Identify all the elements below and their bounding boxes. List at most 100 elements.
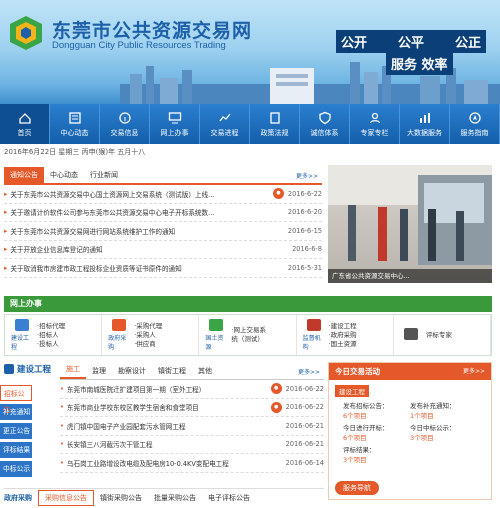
- news-icon: [68, 111, 82, 125]
- online-section-icon-label: 监督机构: [302, 335, 321, 351]
- construction-item[interactable]: • 东莞市商业学校东校区教学生宿舍和食堂项目 ● 2016-06-22: [60, 399, 324, 417]
- side-nav-item[interactable]: 招标公告: [0, 385, 32, 414]
- construction-tab[interactable]: 监理: [86, 363, 112, 379]
- construction-item[interactable]: • 乌石岗工业路增设改电缆及配电房10-0.4KV变配电工程 2016-06-14: [60, 454, 324, 473]
- nav-item-5[interactable]: 政策法规: [250, 104, 300, 144]
- online-services-title: 网上办事: [4, 296, 492, 312]
- construction-tab[interactable]: 其他: [192, 363, 218, 379]
- online-link[interactable]: ·招标代理: [37, 322, 65, 331]
- construction-item[interactable]: • 长安镇三八河截污次干管工程 2016-06-21: [60, 436, 324, 454]
- notice-item-date: 2016-6-22: [287, 189, 322, 198]
- notice-item-title[interactable]: 关于邀请计价软件公司参与东莞市公共资源交易中心电子开标系统数...: [10, 207, 284, 217]
- online-link[interactable]: ·建设工程: [329, 322, 357, 331]
- construction-item-title[interactable]: 乌石岗工业路增设改电缆及配电房10-0.4KV变配电工程: [67, 458, 282, 468]
- today-stat-value[interactable]: 3个项目: [343, 454, 410, 464]
- nav-item-6[interactable]: 诚信体系: [300, 104, 350, 144]
- construction-tab[interactable]: 勘察设计: [112, 363, 152, 379]
- today-sub-tab[interactable]: 建设工程: [335, 385, 369, 397]
- bullet-icon: •: [60, 403, 64, 412]
- bullet-icon: ▸: [4, 263, 8, 272]
- tab-notice[interactable]: 通知公告: [4, 167, 44, 183]
- construction-tab[interactable]: 镇街工程: [152, 363, 192, 379]
- tab-center-news[interactable]: 中心动态: [44, 167, 84, 183]
- online-section[interactable]: 政府采购 ·采购代理 ·采购人 ·供应商: [102, 315, 200, 355]
- online-link[interactable]: ·采购代理: [134, 322, 162, 331]
- side-nav-item[interactable]: 中标公示: [0, 461, 32, 477]
- notice-item[interactable]: ▸ 关于东莞市公共资源交易网进行网站系统维护工作的通知 2016-6-15: [4, 222, 322, 241]
- notice-more-link[interactable]: 更多>>: [292, 168, 322, 183]
- online-link[interactable]: 评标专家: [426, 331, 452, 340]
- construction-more-link[interactable]: 更多>>: [294, 364, 324, 379]
- nav-item-8[interactable]: 大数据服务: [400, 104, 450, 144]
- online-section[interactable]: 监督机构 ·建设工程 ·政府采购 ·国土资源: [297, 315, 394, 355]
- online-link[interactable]: ·招标人: [37, 331, 65, 340]
- online-link[interactable]: ·供应商: [134, 340, 162, 349]
- side-nav-item[interactable]: 补充通知: [0, 404, 32, 420]
- online-link[interactable]: ·投标人: [37, 340, 65, 349]
- bullet-icon: ▸: [4, 208, 8, 217]
- notice-item-title[interactable]: 关于东莞市公共资源交易网进行网站系统维护工作的通知: [10, 226, 284, 236]
- today-stat-value[interactable]: 1个项目: [410, 410, 477, 420]
- online-link[interactable]: ·网上交易系: [231, 326, 266, 335]
- slogan-line-2: 服务 效率: [386, 52, 453, 75]
- procurement-tab[interactable]: 采购信息公告: [38, 489, 94, 506]
- nav-item-7[interactable]: 专家专栏: [350, 104, 400, 144]
- news-photo[interactable]: 广东省公共资源交易中心...: [328, 165, 492, 283]
- home-icon: [18, 111, 32, 125]
- online-link[interactable]: ·国土资源: [329, 340, 357, 349]
- slogan-word: 公正: [454, 36, 481, 51]
- procurement-tab[interactable]: 批量采购公告: [148, 491, 202, 505]
- nav-item-label: 交易信息: [110, 128, 139, 137]
- today-stat: 今日进行开标： 6个项目: [343, 422, 410, 442]
- online-link[interactable]: ·政府采购: [329, 331, 357, 340]
- online-section[interactable]: 建设工程 ·招标代理 ·招标人 ·投标人: [5, 315, 103, 355]
- nav-item-3[interactable]: 网上办事: [150, 104, 200, 144]
- nav-item-1[interactable]: 中心动态: [50, 104, 100, 144]
- side-nav-item[interactable]: 更正公告: [0, 423, 32, 439]
- today-more-link[interactable]: 更多>>: [463, 363, 491, 380]
- notice-item[interactable]: ▸ 关于邀请计价软件公司参与东莞市公共资源交易中心电子开标系统数... 2016-6…: [4, 204, 322, 222]
- info-icon: [118, 111, 132, 125]
- online-section[interactable]: 评标专家: [394, 315, 492, 355]
- online-link[interactable]: ·采购人: [134, 331, 162, 340]
- construction-item-title[interactable]: 虎门镇中国电子产业园配套污水管网工程: [67, 421, 282, 431]
- construction-item-title[interactable]: 长安镇三八河截污次干管工程: [67, 439, 282, 449]
- construction-item[interactable]: • 东莞市南城医院迁扩建项目第一期（室外工程） ● 2016-06-22: [60, 380, 324, 399]
- procurement-title[interactable]: 政府采购: [4, 493, 32, 503]
- notice-item-title[interactable]: 关于东莞市公共资源交易中心国土资源网上交易系统（测试版）上线...: [10, 189, 270, 199]
- procurement-tab[interactable]: 镇街采购公告: [94, 491, 148, 505]
- nav-item-2[interactable]: 交易信息: [100, 104, 150, 144]
- nav-item-9[interactable]: 服务指南: [450, 104, 500, 144]
- today-stat-value[interactable]: 6个项目: [343, 432, 410, 442]
- nav-item-label: 政策法规: [260, 128, 289, 137]
- today-stat-value[interactable]: 3个项目: [410, 432, 477, 442]
- side-nav-item[interactable]: 评标结果: [0, 442, 32, 458]
- notice-item[interactable]: ▸ 关于东莞市公共资源交易中心国土资源网上交易系统（测试版）上线... ● 2016-…: [4, 185, 322, 204]
- online-section[interactable]: 国土资源 ·网上交易系 统（测试）: [199, 315, 297, 355]
- construction-tabs: 施工 监理 勘察设计 镇街工程 其他 更多>>: [60, 362, 324, 380]
- nav-item-label: 服务指南: [460, 128, 489, 137]
- construction-item[interactable]: • 虎门镇中国电子产业园配套污水管网工程 2016-06-21: [60, 417, 324, 436]
- service-nav-button[interactable]: 服务导航: [335, 481, 379, 495]
- notice-item-title[interactable]: 关于取消我市房建市政工程投标企业资质等证书原件的通知: [10, 263, 284, 273]
- nav-item-4[interactable]: 交易进程: [200, 104, 250, 144]
- expert-icon: [368, 111, 382, 125]
- online-link[interactable]: 统（测试）: [231, 335, 266, 344]
- notice-item[interactable]: ▸ 关于取消我市房建市政工程投标企业资质等证书原件的通知 2016-5-31: [4, 259, 322, 278]
- slogan-line-1: 公开 公平 公正: [336, 30, 486, 53]
- construction-item-title[interactable]: 东莞市南城医院迁扩建项目第一期（室外工程）: [67, 384, 268, 394]
- online-section-icon-label: 政府采购: [108, 335, 127, 351]
- online-section-icon-label: 建设工程: [11, 335, 30, 351]
- construction-tab[interactable]: 施工: [60, 361, 86, 379]
- nav-item-0[interactable]: 首页: [0, 104, 50, 144]
- notice-item-title[interactable]: 关于开放企业信息库登记的通知: [10, 244, 288, 254]
- construction-item-title[interactable]: 东莞市商业学校东校区教学生宿舍和食堂项目: [67, 402, 268, 412]
- construction-title[interactable]: 建设工程: [4, 363, 51, 375]
- notice-item[interactable]: ▸ 关于开放企业信息库登记的通知 2016-6-8: [4, 241, 322, 259]
- today-stat-value[interactable]: 6个项目: [343, 410, 410, 420]
- photo-caption: 广东省公共资源交易中心...: [328, 269, 492, 283]
- bullet-icon: •: [60, 384, 64, 393]
- tab-industry-news[interactable]: 行业新闻: [84, 167, 124, 183]
- procurement-tab[interactable]: 电子评标公告: [202, 491, 256, 505]
- slogan-word: 公开: [341, 36, 368, 51]
